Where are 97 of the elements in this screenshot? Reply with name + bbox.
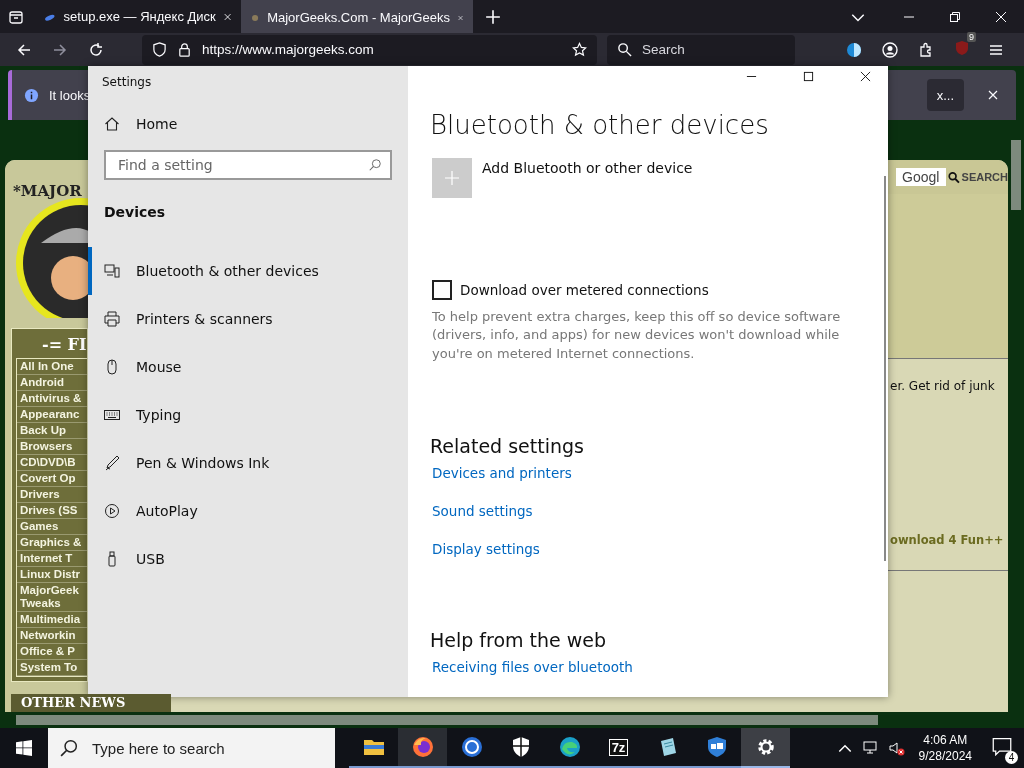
close-icon[interactable]: [860, 71, 871, 83]
play-circle-icon: [104, 503, 120, 519]
puzzle-icon[interactable]: [918, 41, 934, 58]
notification-button[interactable]: x...: [926, 79, 964, 111]
extension-badge: 9: [967, 31, 976, 42]
section-heading: Related settings: [430, 435, 584, 457]
search-field[interactable]: Search: [607, 34, 795, 65]
search-icon: [368, 158, 382, 172]
network-icon[interactable]: [862, 740, 879, 756]
clock-time[interactable]: 4:06 AM: [923, 732, 968, 748]
close-icon[interactable]: [223, 11, 231, 22]
page-heading: Bluetooth & other devices: [430, 109, 769, 140]
search-icon: [60, 739, 78, 757]
category-link[interactable]: Android: [17, 375, 87, 391]
checkbox-label[interactable]: Download over metered connections: [460, 281, 709, 298]
category-link[interactable]: Browsers: [17, 439, 87, 455]
category-link[interactable]: Antivirus &: [17, 391, 87, 407]
search-button[interactable]: SEARCH: [961, 171, 1008, 183]
checkbox[interactable]: [432, 279, 452, 300]
category-link[interactable]: Appearanc: [17, 407, 87, 423]
taskbar-app[interactable]: [741, 728, 790, 768]
category-link[interactable]: All In One: [17, 359, 87, 375]
wave-globe-icon: [557, 735, 582, 759]
category-link[interactable]: System To: [17, 660, 87, 676]
search-field[interactable]: Find a setting: [104, 150, 392, 180]
category-link[interactable]: CD\DVD\B: [17, 455, 87, 471]
app-label: 7z: [608, 738, 629, 756]
back-arrow-icon[interactable]: [16, 41, 32, 58]
browser-tab[interactable]: MajorGeeks.Com - MajorGeeks: [241, 0, 473, 33]
description-text: To help prevent extra charges, keep this off so device software (drivers, info, and apps) for new devices won't download while you're on metered Internet connections.: [432, 307, 842, 363]
category-link[interactable]: Office & P: [17, 644, 87, 660]
menu-heading: -= FI: [41, 334, 87, 356]
article-link[interactable]: ownload 4 Fun++: [890, 533, 1008, 547]
extension-icon[interactable]: [846, 41, 862, 58]
nav-item[interactable]: Pen & Windows Ink: [88, 439, 408, 487]
new-tab-icon[interactable]: [485, 8, 501, 25]
settings-link[interactable]: Devices and printers: [432, 465, 572, 481]
article-text: er. Get rid of junk: [890, 379, 996, 393]
keyboard-icon: [104, 407, 120, 423]
category-link[interactable]: Drives (SS: [17, 503, 87, 519]
nav-item[interactable]: Mouse: [88, 343, 408, 391]
help-link[interactable]: Receiving files over bluetooth: [432, 659, 633, 675]
start-icon[interactable]: [16, 740, 32, 756]
tab-list-icon[interactable]: [8, 8, 24, 25]
search-field[interactable]: Type here to search: [48, 728, 335, 768]
settings-link[interactable]: Sound settings: [432, 503, 533, 519]
section-heading: Devices: [104, 204, 167, 220]
browser-tab[interactable]: setup.exe — Яндекс Диск: [34, 0, 241, 33]
clock-date[interactable]: 9/28/2024: [918, 748, 972, 764]
search-input[interactable]: Type here to search: [90, 738, 334, 758]
category-link[interactable]: Games: [17, 519, 87, 535]
shield-icon[interactable]: [152, 42, 167, 57]
search-input[interactable]: Search: [640, 41, 784, 58]
plus-icon: [444, 169, 460, 186]
star-icon[interactable]: [572, 42, 587, 57]
forward-arrow-icon[interactable]: [52, 41, 68, 58]
taskbar-app[interactable]: 7z: [594, 728, 643, 768]
info-icon: [24, 87, 39, 103]
mouse-icon: [104, 359, 120, 375]
category-link[interactable]: Multimedia: [17, 612, 87, 628]
section-heading: Help from the web: [430, 629, 607, 651]
add-device-label[interactable]: Add Bluetooth or other device: [482, 159, 693, 198]
search-icon[interactable]: [947, 170, 960, 184]
ring-icon: [459, 735, 484, 759]
fox-globe-icon: [410, 735, 435, 759]
window-title: Settings: [102, 75, 153, 89]
pen-icon: [104, 455, 120, 471]
maximize-icon[interactable]: [803, 71, 814, 83]
category-link[interactable]: Networkin: [17, 628, 87, 644]
notification-count: 4: [1005, 751, 1018, 764]
section-heading: OTHER NEWS: [11, 694, 171, 712]
nav-item[interactable]: Typing: [88, 391, 408, 439]
printer-icon: [104, 311, 120, 327]
restore-icon[interactable]: [949, 10, 961, 23]
reload-icon[interactable]: [88, 41, 104, 58]
home-nav-item[interactable]: Home: [88, 109, 408, 139]
speaker-muted-icon[interactable]: [888, 740, 905, 756]
devices-icon: [104, 263, 120, 279]
category-link[interactable]: MajorGeek Tweaks: [17, 583, 87, 612]
nav-item[interactable]: Printers & scanners: [88, 295, 408, 343]
settings-link[interactable]: Display settings: [432, 541, 540, 557]
home-icon: [104, 116, 120, 132]
address-bar[interactable]: https://www.majorgeeks.com: [142, 34, 597, 65]
category-link[interactable]: Covert Op: [17, 471, 87, 487]
category-link[interactable]: Back Up: [17, 423, 87, 439]
account-icon[interactable]: [882, 41, 898, 58]
url-text: https://www.majorgeeks.com: [202, 42, 375, 57]
category-link[interactable]: Drivers: [17, 487, 87, 503]
nav-item[interactable]: USB: [88, 535, 408, 583]
category-link[interactable]: Linux Distr: [17, 567, 87, 583]
category-link[interactable]: Graphics &: [17, 535, 87, 551]
search-field[interactable]: Googl: [896, 168, 946, 186]
nav-item[interactable]: AutoPlay: [88, 487, 408, 535]
search-icon: [617, 42, 632, 57]
category-link[interactable]: Internet T: [17, 551, 87, 567]
lock-icon[interactable]: [177, 42, 192, 57]
search-input[interactable]: Find a setting: [116, 156, 368, 174]
